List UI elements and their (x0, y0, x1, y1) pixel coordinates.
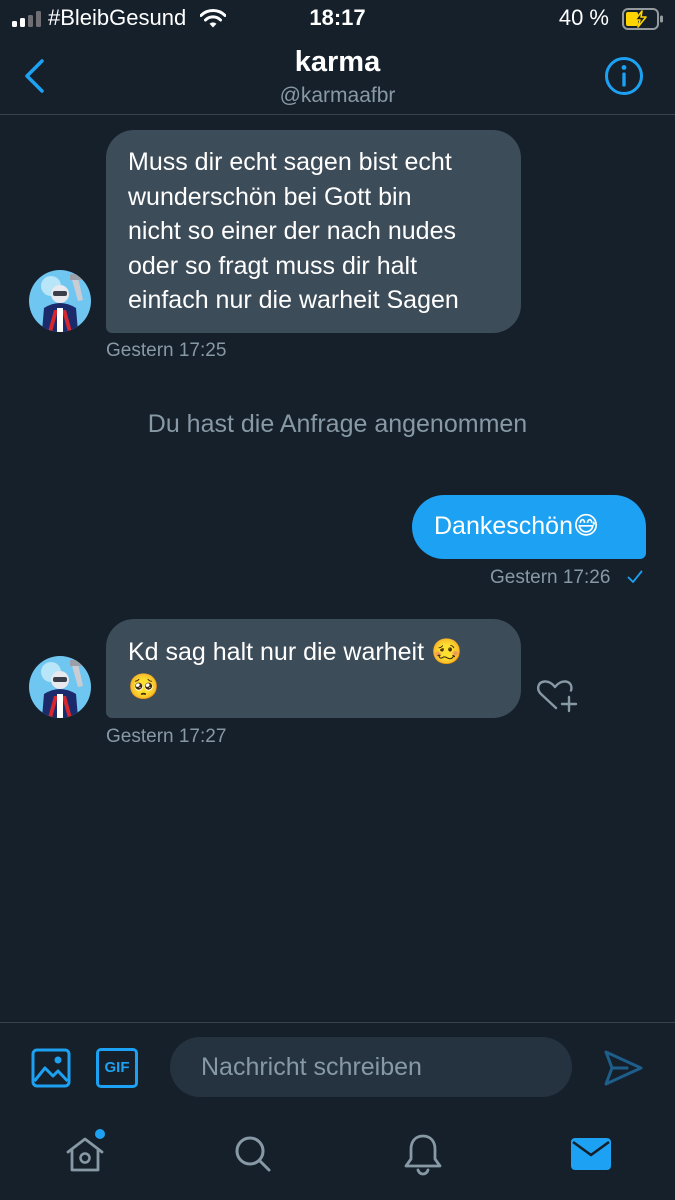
avatar[interactable] (29, 270, 91, 332)
message-text: Kd sag halt nur die warheit (128, 638, 425, 666)
conversation-title[interactable]: karma (0, 46, 675, 79)
gif-button[interactable]: GIF (96, 1048, 138, 1088)
heart-plus-icon[interactable] (536, 678, 578, 714)
message-composer: GIF Nachricht schreiben (0, 1022, 675, 1113)
battery-icon (622, 8, 663, 30)
woozy-face-emoji: 🥴 (430, 638, 463, 666)
messages-icon[interactable] (571, 1138, 611, 1170)
message-timestamp: Gestern 17:27 (106, 726, 227, 747)
send-icon[interactable] (603, 1049, 643, 1087)
status-bar: #BleibGesund 18:17 40 % (0, 0, 675, 40)
message-input[interactable]: Nachricht schreiben (170, 1037, 572, 1097)
request-accepted-note: Du hast die Anfrage angenommen (147, 410, 528, 438)
message-line: Muss dir echt sagen bist echt (128, 148, 452, 176)
notification-dot (95, 1129, 105, 1139)
message-line: nicht so einer der nach nudes (128, 217, 456, 245)
info-icon[interactable] (604, 56, 644, 96)
message-line: oder so fragt muss dir halt (128, 251, 418, 280)
tab-bar (0, 1112, 675, 1200)
message-line: wunderschön bei Gott bin (128, 182, 412, 211)
search-icon[interactable] (233, 1134, 273, 1174)
image-icon[interactable] (31, 1048, 71, 1088)
pleading-face-emoji: 🥺 (128, 672, 160, 701)
message-bubble-outgoing[interactable]: Dankeschön😅 (412, 495, 646, 559)
message-bubble[interactable]: Kd sag halt nur die warheit 🥴 🥺 (106, 619, 521, 718)
grinning-sweat-emoji: 😅 (572, 512, 600, 540)
battery-percent: 40 % (558, 5, 609, 30)
avatar[interactable] (29, 656, 91, 718)
conversation-header: karma @karmaafbr (0, 40, 675, 115)
message-timestamp: Gestern 17:25 (106, 340, 227, 361)
message-text: Dankeschön (434, 512, 573, 540)
message-timestamp: Gestern 17:26 (490, 567, 611, 588)
message-line: einfach nur die warheit Sagen (128, 286, 459, 314)
notifications-icon[interactable] (403, 1132, 443, 1176)
conversation-handle: @karmaafbr (279, 84, 396, 107)
message-bubble[interactable]: Muss dir echt sagen bist echt wunderschö… (106, 130, 521, 333)
checkmark-icon (627, 570, 643, 583)
